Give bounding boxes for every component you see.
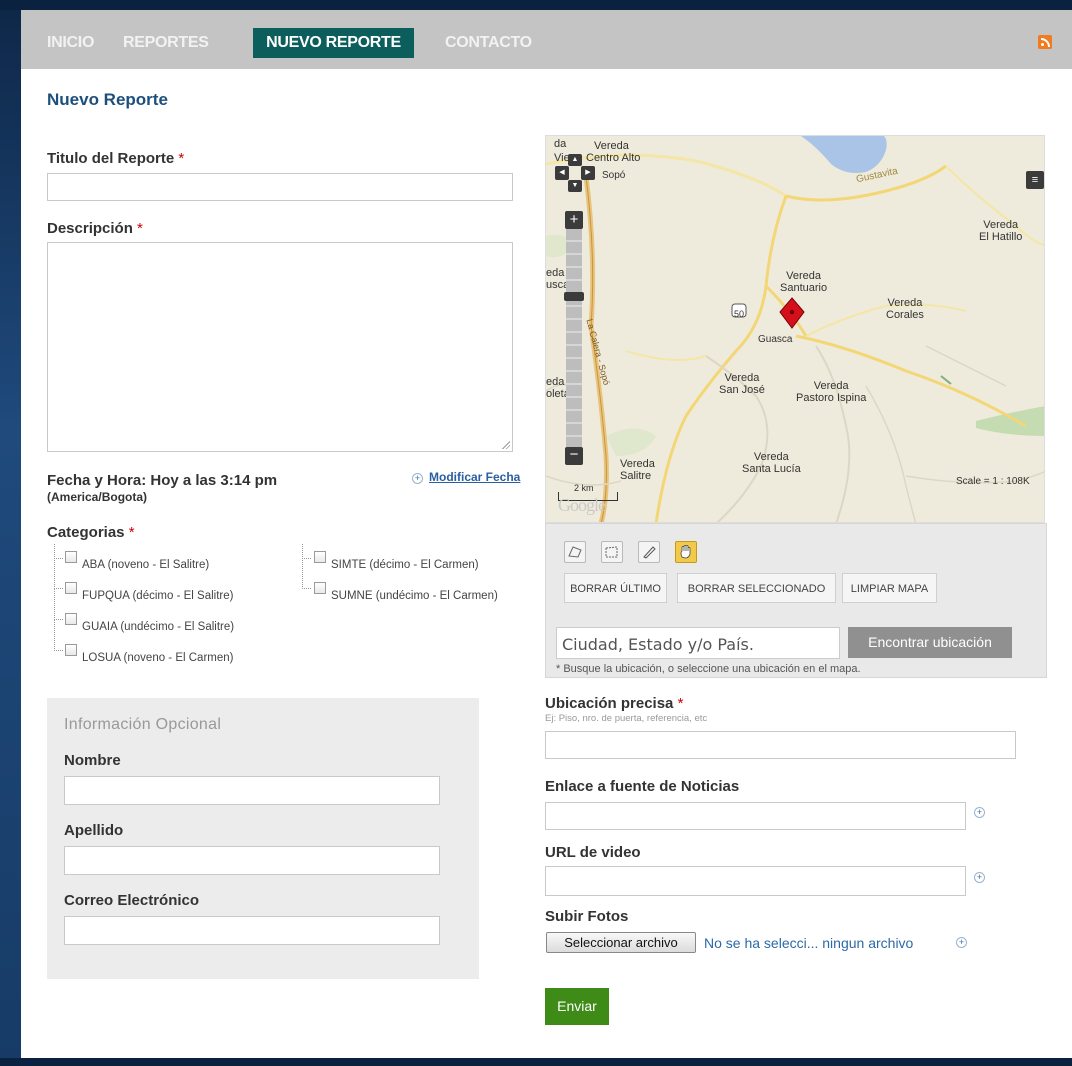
category-checkbox[interactable]	[65, 613, 77, 625]
category-label: ABA (noveno - El Salitre)	[82, 559, 210, 571]
zoom-in-icon[interactable]: +	[565, 211, 583, 229]
pan-control[interactable]: ▲ ◀ ▶ ▼	[555, 154, 595, 192]
ubicacion-hint: Ej: Piso, nro. de puerta, referencia, et…	[545, 713, 708, 724]
layers-icon[interactable]: ≡	[1026, 171, 1044, 189]
required-mark: *	[178, 150, 185, 167]
ubicacion-label: Ubicación precisa *	[545, 695, 684, 712]
nav-nuevo-reporte[interactable]: NUEVO REPORTE	[253, 28, 414, 58]
categorias-label: Categorias *	[47, 524, 135, 541]
file-select-button[interactable]: Seleccionar archivo	[546, 932, 696, 953]
page: INICIO REPORTES NUEVO REPORTE CONTACTO N…	[21, 10, 1072, 1058]
borrar-ultimo-button[interactable]: BORRAR ÚLTIMO	[564, 573, 667, 603]
enlace-input[interactable]	[545, 802, 966, 830]
fotos-label: Subir Fotos	[545, 908, 629, 925]
map-label: 50	[734, 309, 745, 319]
category-checkbox[interactable]	[314, 582, 326, 594]
map-label: Vereda Santuario	[780, 270, 828, 294]
zoom-slider-track[interactable]	[566, 229, 582, 447]
file-status: No se ha selecci... ningun archivo	[704, 935, 914, 951]
page-title: Nuevo Reporte	[47, 90, 168, 109]
pan-up-icon[interactable]: ▲	[568, 154, 582, 166]
zoom-out-icon[interactable]: −	[565, 447, 583, 465]
map-label: Vereda Corales	[886, 297, 924, 321]
line-tool-icon[interactable]	[601, 541, 623, 563]
tree-line	[54, 619, 63, 651]
required-mark: *	[677, 695, 684, 712]
tree-line	[302, 558, 311, 589]
correo-input[interactable]	[64, 916, 440, 945]
nombre-label: Nombre	[64, 752, 121, 769]
map-label: Vereda El Hatillo	[979, 219, 1023, 243]
map-hint: * Busque la ubicación, o seleccione una …	[556, 663, 861, 675]
title-label: Titulo del Reporte *	[47, 150, 185, 167]
map-label: Vereda Pastoro Ispina	[796, 380, 867, 404]
main-nav: INICIO REPORTES NUEVO REPORTE CONTACTO	[21, 10, 1072, 69]
category-checkbox[interactable]	[65, 551, 77, 563]
tree-line	[54, 588, 63, 620]
category-label: FUPQUA (décimo - El Salitre)	[82, 590, 234, 602]
optional-info-panel: Información Opcional Nombre Apellido Cor…	[47, 698, 479, 979]
description-textarea[interactable]	[47, 242, 513, 452]
polygon-tool-icon[interactable]	[564, 541, 586, 563]
plus-icon[interactable]: +	[412, 473, 423, 484]
map-label: Guasca	[758, 334, 793, 345]
nav-contacto[interactable]: CONTACTO	[445, 28, 532, 58]
required-mark: *	[137, 220, 143, 237]
ubicacion-input[interactable]	[545, 731, 1016, 759]
map-label: Vereda Santa Lucía	[742, 451, 801, 475]
map-tools-panel: BORRAR ÚLTIMO BORRAR SELECCIONADO LIMPIA…	[545, 523, 1047, 678]
modificar-fecha-link[interactable]: Modificar Fecha	[429, 470, 520, 484]
pan-down-icon[interactable]: ▼	[568, 180, 582, 192]
nav-reportes[interactable]: REPORTES	[123, 28, 209, 58]
pan-left-icon[interactable]: ◀	[555, 166, 569, 180]
enlace-label: Enlace a fuente de Noticias	[545, 778, 740, 795]
map[interactable]: da Vereda Vie Centro Alto Sopó Gustavita…	[545, 135, 1045, 523]
map-label: Sopó	[602, 170, 626, 181]
apellido-label: Apellido	[64, 822, 124, 839]
category-label: SIMTE (décimo - El Carmen)	[331, 559, 479, 571]
zoom-slider-handle[interactable]	[564, 292, 584, 301]
fecha-label: Fecha y Hora: Hoy a las 3:14 pm	[47, 472, 278, 489]
tree-line	[302, 544, 311, 559]
category-label: GUAIA (undécimo - El Salitre)	[82, 621, 235, 633]
optional-info-title: Información Opcional	[64, 716, 222, 733]
find-location-button[interactable]: Encontrar ubicación	[848, 627, 1012, 658]
timezone-label: (America/Bogota)	[47, 490, 148, 504]
map-label: Vereda	[594, 140, 629, 152]
add-enlace-icon[interactable]: +	[974, 807, 985, 818]
category-label: SUMNE (undécimo - El Carmen)	[331, 590, 498, 602]
map-scale-text: Scale = 1 : 108K	[956, 476, 1030, 487]
pan-hand-icon[interactable]	[675, 541, 697, 563]
nombre-input[interactable]	[64, 776, 440, 805]
required-mark: *	[128, 524, 135, 541]
rss-icon[interactable]	[1038, 35, 1052, 49]
map-label: da	[554, 138, 567, 150]
pan-right-icon[interactable]: ▶	[581, 166, 595, 180]
category-checkbox[interactable]	[314, 551, 326, 563]
video-input[interactable]	[545, 866, 966, 896]
apellido-input[interactable]	[64, 846, 440, 875]
limpiar-mapa-button[interactable]: LIMPIAR MAPA	[842, 573, 937, 603]
map-label: Vereda Salitre	[620, 458, 655, 482]
nav-inicio[interactable]: INICIO	[47, 28, 94, 58]
google-logo: Google	[558, 495, 606, 515]
category-checkbox[interactable]	[65, 644, 77, 656]
borrar-seleccionado-button[interactable]: BORRAR SELECCIONADO	[677, 573, 836, 603]
category-checkbox[interactable]	[65, 582, 77, 594]
city-search-input[interactable]: Ciudad, Estado y/o País.	[556, 627, 840, 659]
title-input[interactable]	[47, 173, 513, 201]
description-label: Descripción *	[47, 220, 143, 237]
tree-line	[54, 558, 63, 589]
add-photo-icon[interactable]: +	[956, 937, 967, 948]
bottom-strip	[0, 1058, 1072, 1066]
video-label: URL de video	[545, 844, 641, 861]
pencil-tool-icon[interactable]	[638, 541, 660, 563]
category-label: LOSUA (noveno - El Carmen)	[82, 652, 234, 664]
submit-button[interactable]: Enviar	[545, 988, 609, 1025]
add-video-icon[interactable]: +	[974, 872, 985, 883]
correo-label: Correo Electrónico	[64, 892, 200, 909]
map-label: Vereda San José	[719, 372, 765, 396]
top-strip	[0, 0, 1072, 10]
tree-line	[54, 544, 63, 559]
